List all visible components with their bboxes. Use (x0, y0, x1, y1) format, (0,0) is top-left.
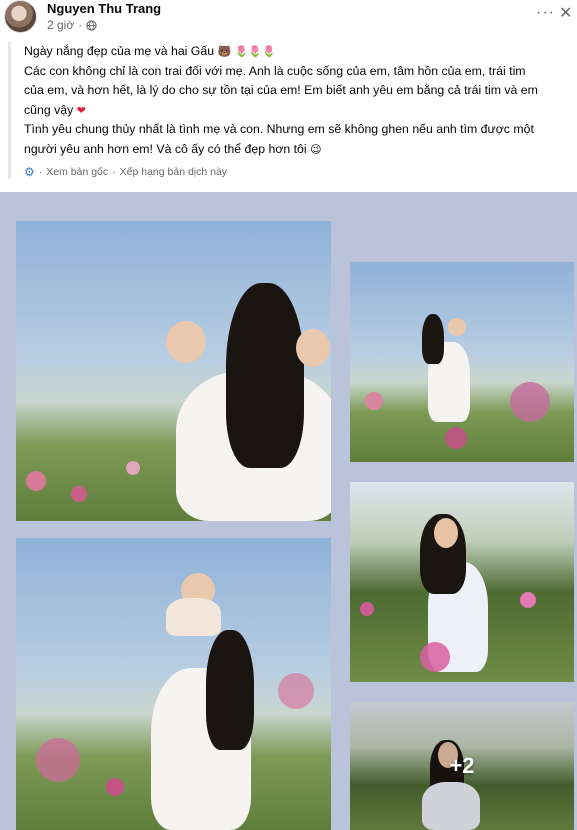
avatar[interactable] (4, 0, 37, 33)
post-line-3: của em, và hơn hết, là lý do cho sự tồn … (24, 83, 538, 97)
post-line-4-text: cũng vậy (24, 102, 74, 117)
photo-1[interactable] (16, 221, 331, 521)
separator: · (38, 166, 43, 178)
see-original-link[interactable]: Xem bản gốc (46, 166, 108, 178)
wink-emoji: 😉 (310, 142, 322, 156)
post-time[interactable]: 2 giờ (47, 18, 74, 32)
separator: · (112, 166, 116, 178)
post-meta: 2 giờ · (47, 18, 97, 32)
more-photos-overlay[interactable]: +2 (350, 702, 574, 830)
post-header: Nguyen Thu Trang 2 giờ · ··· ✕ (0, 0, 577, 38)
photo-5[interactable]: +2 (350, 702, 574, 830)
post-line-6-text: người yêu anh hơn em! Và cô ấy có thể đẹ… (24, 141, 307, 156)
more-photos-count: +2 (449, 753, 475, 778)
post-line-1-text: Ngày nắng đẹp của mẹ và hai Gấu (24, 44, 215, 58)
globe-icon (86, 19, 97, 31)
post-text: Ngày nắng đẹp của mẹ và hai Gấu 🐻 🌷🌷🌷 Cá… (8, 42, 575, 179)
more-options-icon[interactable]: ··· (536, 4, 555, 22)
post-line-1: Ngày nắng đẹp của mẹ và hai Gấu 🐻 🌷🌷🌷 (24, 42, 575, 62)
post-line-4: cũng vậy ❤ (24, 101, 575, 121)
post-line-5: Tình yêu chung thủy nhất là tình mẹ và c… (24, 122, 534, 136)
heart-emoji: ❤ (76, 103, 86, 117)
photo-3[interactable] (16, 538, 331, 830)
bear-tulip-emoji: 🐻 🌷🌷🌷 (217, 45, 276, 58)
author-name[interactable]: Nguyen Thu Trang (47, 1, 161, 16)
photo-gallery: +2 (0, 192, 577, 830)
close-icon[interactable]: ✕ (559, 3, 572, 23)
gear-icon: ⚙ (24, 165, 35, 179)
photo-4[interactable] (350, 482, 574, 682)
rate-translation-link[interactable]: Xếp hạng bản dịch này (120, 166, 227, 178)
post-line-6: người yêu anh hơn em! Và cô ấy có thể đẹ… (24, 140, 575, 160)
post-line-2: Các con không chỉ là con trai đối với mẹ… (24, 63, 526, 78)
separator-dot: · (78, 18, 83, 32)
photo-2[interactable] (350, 262, 574, 462)
translation-bar: ⚙ · Xem bản gốc · Xếp hạng bản dịch này (24, 165, 575, 179)
